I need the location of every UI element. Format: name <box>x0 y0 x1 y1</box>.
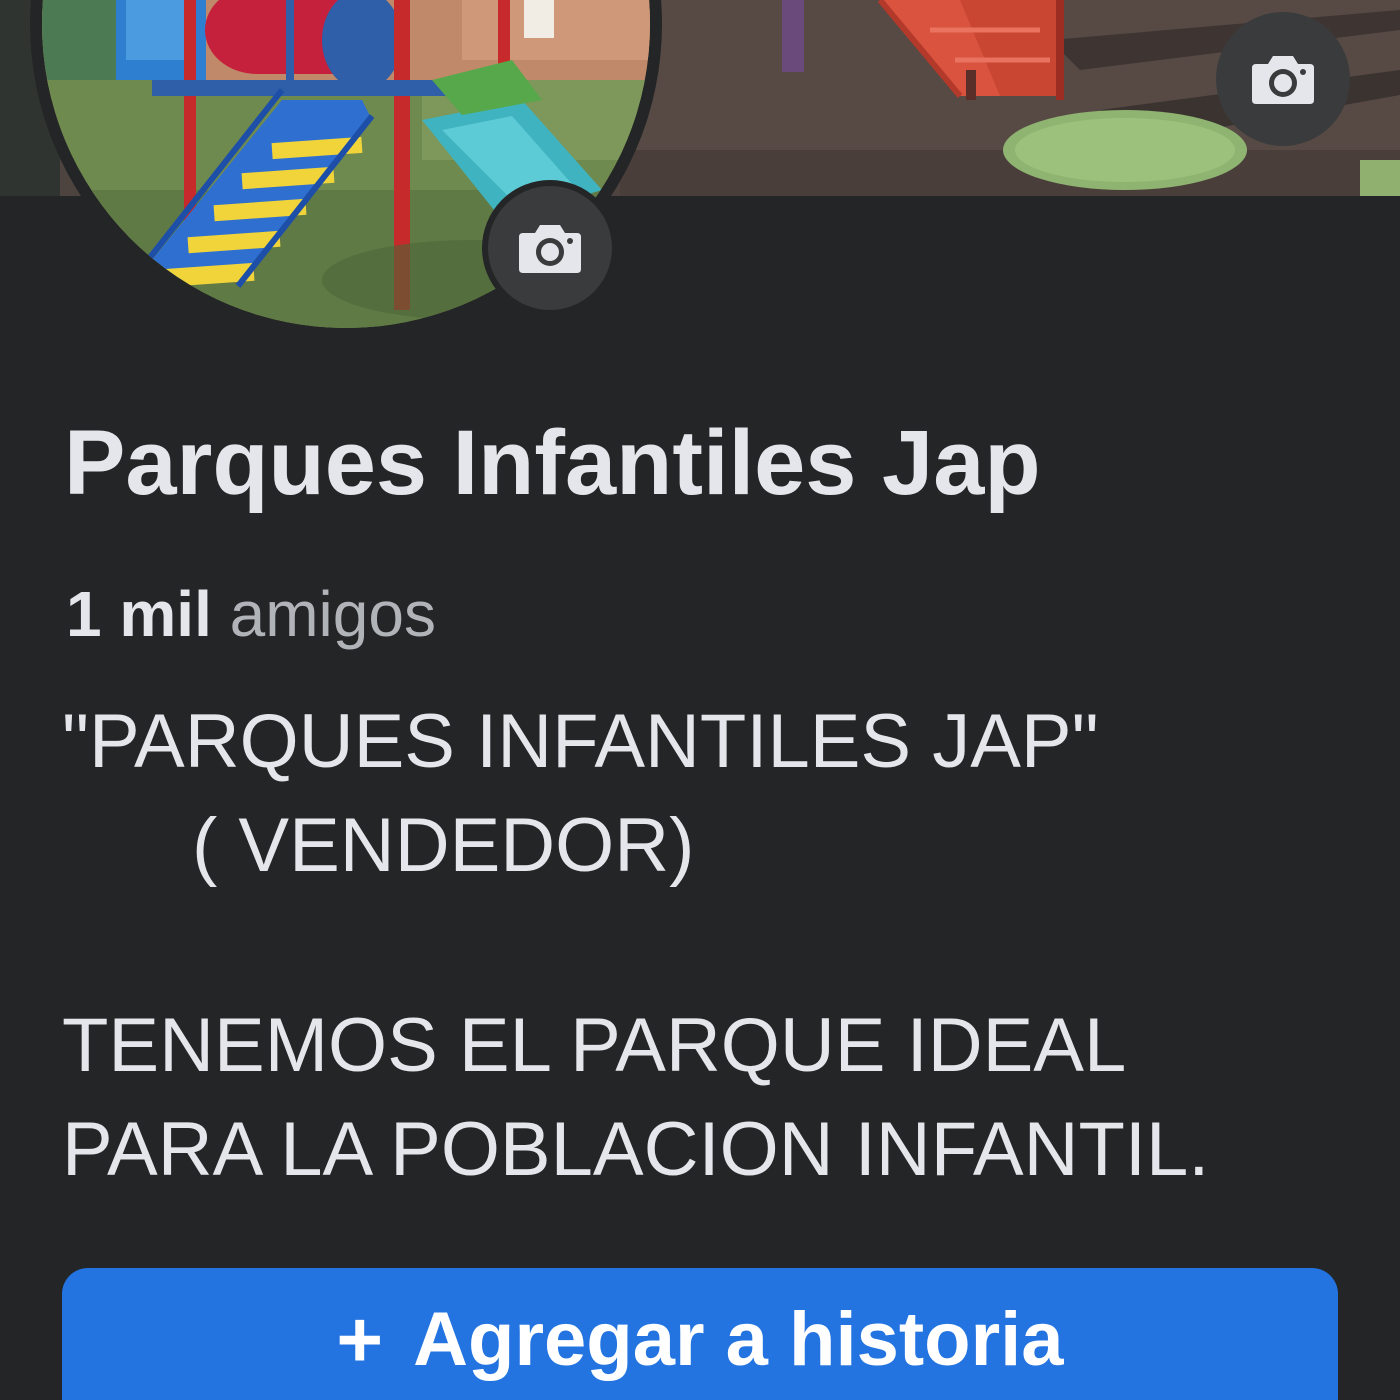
bio-line: ( VENDEDOR) <box>192 803 695 888</box>
friends-label: amigos <box>229 578 436 650</box>
profile-name: Parques Infantiles Jap <box>64 412 1041 514</box>
bio-spacer <box>62 898 1209 994</box>
cover-camera-button[interactable] <box>1216 12 1350 146</box>
profile-bio: "PARQUES INFANTILES JAP" ( VENDEDOR) TEN… <box>62 690 1209 1202</box>
avatar-camera-button[interactable] <box>482 180 618 316</box>
camera-icon <box>1252 56 1314 104</box>
camera-icon <box>519 225 581 273</box>
add-to-story-button[interactable]: + Agregar a historia <box>62 1268 1338 1400</box>
bio-line: PARA LA POBLACION INFANTIL. <box>62 1107 1210 1192</box>
friends-count-link[interactable]: 1 mil amigos <box>66 576 436 653</box>
profile-page: Parques Infantiles Jap 1 mil amigos "PAR… <box>0 0 1400 1400</box>
friends-count: 1 mil <box>66 578 212 650</box>
bio-line: TENEMOS EL PARQUE IDEAL <box>62 1003 1127 1088</box>
bio-line: "PARQUES INFANTILES JAP" <box>62 699 1099 784</box>
plus-icon: + <box>336 1295 384 1384</box>
add-to-story-label: Agregar a historia <box>413 1297 1064 1382</box>
